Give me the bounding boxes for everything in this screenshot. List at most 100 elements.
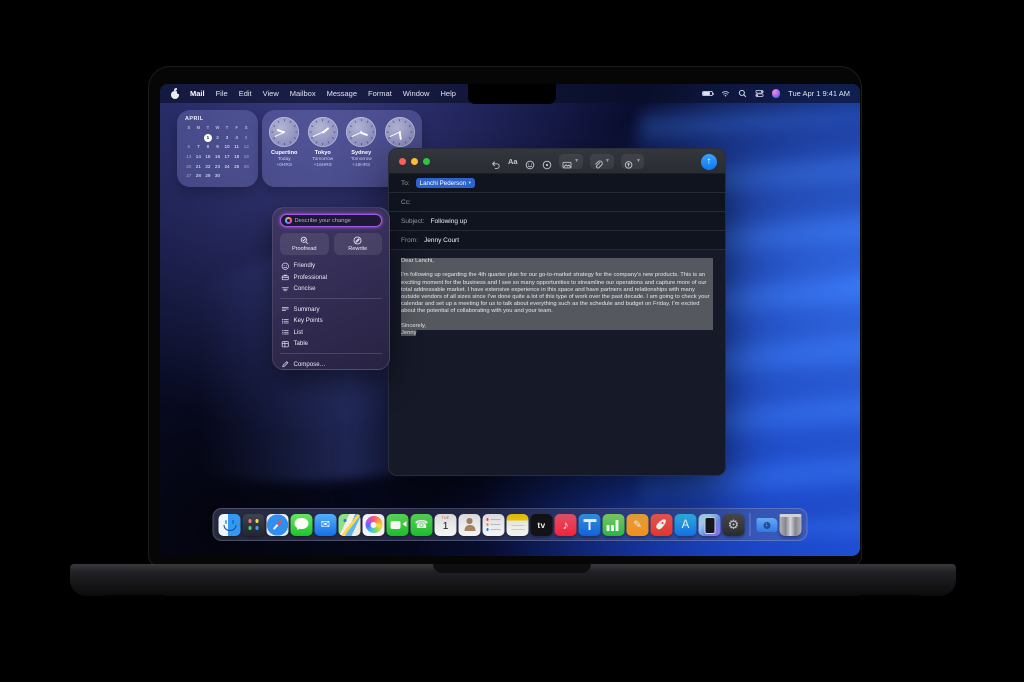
appstore-dock-icon[interactable] — [674, 513, 697, 536]
menu-edit[interactable]: Edit — [239, 89, 252, 98]
calendar-day[interactable]: 20 — [184, 163, 194, 172]
calendar-day[interactable]: 3 — [222, 134, 232, 143]
calendar-day[interactable]: 22 — [203, 163, 213, 172]
trash-dock-icon[interactable] — [779, 513, 802, 536]
menu-format[interactable]: Format — [368, 89, 392, 98]
photos-dock-icon[interactable] — [362, 513, 385, 536]
calendar-day[interactable]: 10 — [222, 143, 232, 152]
menu-message[interactable]: Message — [327, 89, 357, 98]
calendar-day[interactable]: 7 — [194, 143, 204, 152]
calendar-day[interactable]: 8 — [203, 143, 213, 152]
writing-tools-item-compose-[interactable]: Compose… — [280, 359, 382, 371]
calendar-day[interactable]: 12 — [241, 143, 251, 152]
launchpad-dock-icon[interactable] — [242, 513, 265, 536]
calendar-day[interactable]: 16 — [213, 153, 223, 162]
calendar-day[interactable]: 5 — [241, 134, 251, 143]
writing-tools-icon[interactable] — [542, 157, 552, 169]
emoji-icon[interactable] — [525, 157, 535, 169]
calendar-day[interactable]: 9 — [213, 143, 223, 152]
calendar-day[interactable]: 28 — [194, 172, 204, 181]
calendar-day[interactable] — [241, 172, 251, 181]
calendar-day[interactable]: 4 — [232, 134, 242, 143]
pages-dock-icon[interactable] — [626, 513, 649, 536]
settings-dock-icon[interactable] — [722, 513, 745, 536]
calendar-day[interactable]: 14 — [194, 153, 204, 162]
mail-dock-icon[interactable] — [314, 513, 337, 536]
control-center-icon[interactable] — [755, 89, 764, 98]
maps-dock-icon[interactable] — [338, 513, 361, 536]
calendar-day[interactable]: 24 — [222, 163, 232, 172]
calendar-day[interactable]: 21 — [194, 163, 204, 172]
apple-menu-icon[interactable] — [170, 88, 181, 99]
phone-dock-icon[interactable] — [410, 513, 433, 536]
menu-window[interactable]: Window — [403, 89, 430, 98]
menu-help[interactable]: Help — [440, 89, 455, 98]
reminders-dock-icon[interactable] — [482, 513, 505, 536]
close-button[interactable] — [399, 158, 406, 165]
calendar-day[interactable] — [222, 172, 232, 181]
calendar-day[interactable]: 15 — [203, 153, 213, 162]
menu-mail[interactable]: Mail — [190, 89, 205, 98]
battery-icon[interactable] — [701, 90, 714, 97]
notes-dock-icon[interactable] — [506, 513, 529, 536]
minimize-button[interactable] — [411, 158, 418, 165]
calendar-day[interactable]: 19 — [241, 153, 251, 162]
downloads-dock-icon[interactable] — [756, 514, 778, 536]
attachment-menu-button[interactable]: ▼ — [589, 154, 614, 169]
safari-dock-icon[interactable] — [266, 513, 289, 536]
facetime-dock-icon[interactable] — [386, 513, 409, 536]
writing-tools-item-friendly[interactable]: Friendly — [280, 260, 382, 272]
from-field[interactable]: From: Jenny Court — [389, 231, 725, 250]
calendar-day[interactable]: 13 — [184, 153, 194, 162]
calendar-day[interactable]: 11 — [232, 143, 242, 152]
search-icon[interactable] — [738, 89, 747, 98]
writing-tools-item-professional[interactable]: Professional — [280, 272, 382, 284]
calendar-day[interactable]: 30 — [213, 172, 223, 181]
contacts-dock-icon[interactable] — [458, 513, 481, 536]
window-titlebar[interactable]: Aa ▼ ▼ ▼ ↑ — [389, 149, 725, 174]
numbers-dock-icon[interactable] — [602, 513, 625, 536]
calendar-dock-icon[interactable] — [434, 513, 457, 536]
calendar-day[interactable]: 26 — [241, 163, 251, 172]
menu-mailbox[interactable]: Mailbox — [290, 89, 316, 98]
send-button[interactable]: ↑ — [701, 153, 717, 170]
calendar-day[interactable]: 18 — [232, 153, 242, 162]
format-aa-icon[interactable]: Aa — [508, 157, 518, 166]
rewrite-button[interactable]: Rewrite — [333, 233, 382, 255]
calendar-day[interactable] — [184, 134, 194, 143]
calendar-day[interactable]: 6 — [184, 143, 194, 152]
email-body[interactable]: Dear Lanchi, I'm following up regarding … — [389, 250, 725, 345]
undo-icon[interactable] — [491, 157, 501, 169]
siri-icon[interactable] — [771, 89, 781, 98]
calendar-day[interactable]: 23 — [213, 163, 223, 172]
music-dock-icon[interactable] — [554, 513, 577, 536]
writing-tools-item-table[interactable]: Table — [280, 338, 382, 350]
finder-dock-icon[interactable] — [218, 513, 241, 536]
calendar-day[interactable]: 25 — [232, 163, 242, 172]
writing-tools-input[interactable] — [294, 217, 377, 224]
keynote-dock-icon[interactable] — [578, 513, 601, 536]
writing-tools-item-list[interactable]: List — [280, 327, 382, 339]
appletv-dock-icon[interactable] — [530, 513, 553, 536]
writing-tools-item-summary[interactable]: Summary — [280, 304, 382, 316]
calendar-day[interactable]: 17 — [222, 153, 232, 162]
calendar-day[interactable]: 27 — [184, 172, 194, 181]
calendar-day[interactable]: 29 — [203, 172, 213, 181]
to-field[interactable]: To: Lanchi Pederson ▾ — [389, 174, 725, 193]
calendar-widget[interactable]: APRIL S M T W T F S 1 2 3 4 5 6 7 8 9 10 11 12 13 14 15 16 17 18… — [177, 110, 258, 187]
writing-tools-item-key-points[interactable]: Key Points — [280, 315, 382, 327]
cc-field[interactable]: Cc: — [389, 193, 725, 212]
calendar-day[interactable] — [194, 134, 204, 143]
writing-tools-item-concise[interactable]: Concise — [280, 283, 382, 295]
recipient-token[interactable]: Lanchi Pederson ▾ — [415, 178, 475, 188]
calendar-day[interactable] — [232, 172, 242, 181]
wifi-icon[interactable] — [721, 89, 730, 98]
menu-view[interactable]: View — [263, 89, 279, 98]
iphone-mirroring-dock-icon[interactable] — [698, 513, 721, 536]
proofread-button[interactable]: Proofread — [280, 233, 329, 255]
messages-dock-icon[interactable] — [290, 513, 313, 536]
menu-file[interactable]: File — [216, 89, 228, 98]
signature-menu-button[interactable]: ▼ — [620, 154, 645, 169]
rocket-dock-icon[interactable] — [650, 513, 673, 536]
zoom-button[interactable] — [423, 158, 430, 165]
